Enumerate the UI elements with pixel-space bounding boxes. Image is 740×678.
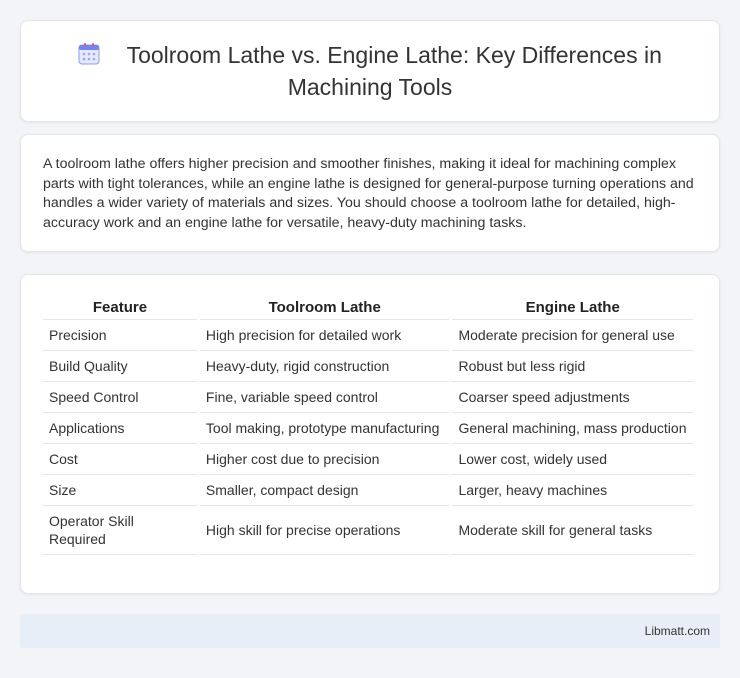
comparison-card: Feature Toolroom Lathe Engine Lathe Prec…	[20, 274, 720, 594]
table-row: Cost Higher cost due to precision Lower …	[43, 443, 693, 474]
toolroom-cell: Heavy-duty, rigid construction	[199, 350, 450, 381]
table-row: Build Quality Heavy-duty, rigid construc…	[43, 350, 693, 381]
feature-cell: Applications	[43, 412, 197, 443]
feature-cell: Operator Skill Required	[43, 505, 197, 555]
toolroom-cell: High skill for precise operations	[199, 505, 450, 555]
intro-card: A toolroom lathe offers higher precision…	[20, 134, 720, 252]
toolroom-cell: Tool making, prototype manufacturing	[199, 412, 450, 443]
table-header-row: Feature Toolroom Lathe Engine Lathe	[43, 297, 693, 319]
table-row: Applications Tool making, prototype manu…	[43, 412, 693, 443]
toolroom-cell: Smaller, compact design	[199, 474, 450, 505]
calendar-icon	[78, 43, 100, 65]
intro-paragraph: A toolroom lathe offers higher precision…	[43, 156, 694, 231]
header-toolroom-lathe: Toolroom Lathe	[268, 298, 381, 316]
page-title: Toolroom Lathe vs. Engine Lathe: Key Dif…	[126, 42, 662, 100]
toolroom-cell: Higher cost due to precision	[199, 443, 450, 474]
engine-cell: Larger, heavy machines	[452, 474, 693, 505]
table-row: Precision High precision for detailed wo…	[43, 319, 693, 350]
engine-cell: Robust but less rigid	[452, 350, 693, 381]
engine-cell: Coarser speed adjustments	[452, 381, 693, 412]
table-row: Speed Control Fine, variable speed contr…	[43, 381, 693, 412]
comparison-table: Feature Toolroom Lathe Engine Lathe Prec…	[40, 297, 696, 555]
engine-cell: Moderate precision for general use	[452, 319, 693, 350]
table-row: Operator Skill Required High skill for p…	[43, 505, 693, 555]
feature-cell: Build Quality	[43, 350, 197, 381]
footer: Libmatt.com	[20, 614, 720, 648]
feature-cell: Speed Control	[43, 381, 197, 412]
feature-cell: Size	[43, 474, 197, 505]
engine-cell: General machining, mass production	[452, 412, 693, 443]
title-wrap: Toolroom Lathe vs. Engine Lathe: Key Dif…	[51, 39, 689, 103]
table-row: Size Smaller, compact design Larger, hea…	[43, 474, 693, 505]
feature-cell: Cost	[43, 443, 197, 474]
toolroom-cell: High precision for detailed work	[199, 319, 450, 350]
engine-cell: Lower cost, widely used	[452, 443, 693, 474]
engine-cell: Moderate skill for general tasks	[452, 505, 693, 555]
header-feature: Feature	[92, 298, 148, 316]
toolroom-cell: Fine, variable speed control	[199, 381, 450, 412]
feature-cell: Precision	[43, 319, 197, 350]
footer-brand-link[interactable]: Libmatt.com	[645, 624, 710, 638]
header-engine-lathe: Engine Lathe	[525, 298, 620, 316]
title-card: Toolroom Lathe vs. Engine Lathe: Key Dif…	[20, 20, 720, 122]
